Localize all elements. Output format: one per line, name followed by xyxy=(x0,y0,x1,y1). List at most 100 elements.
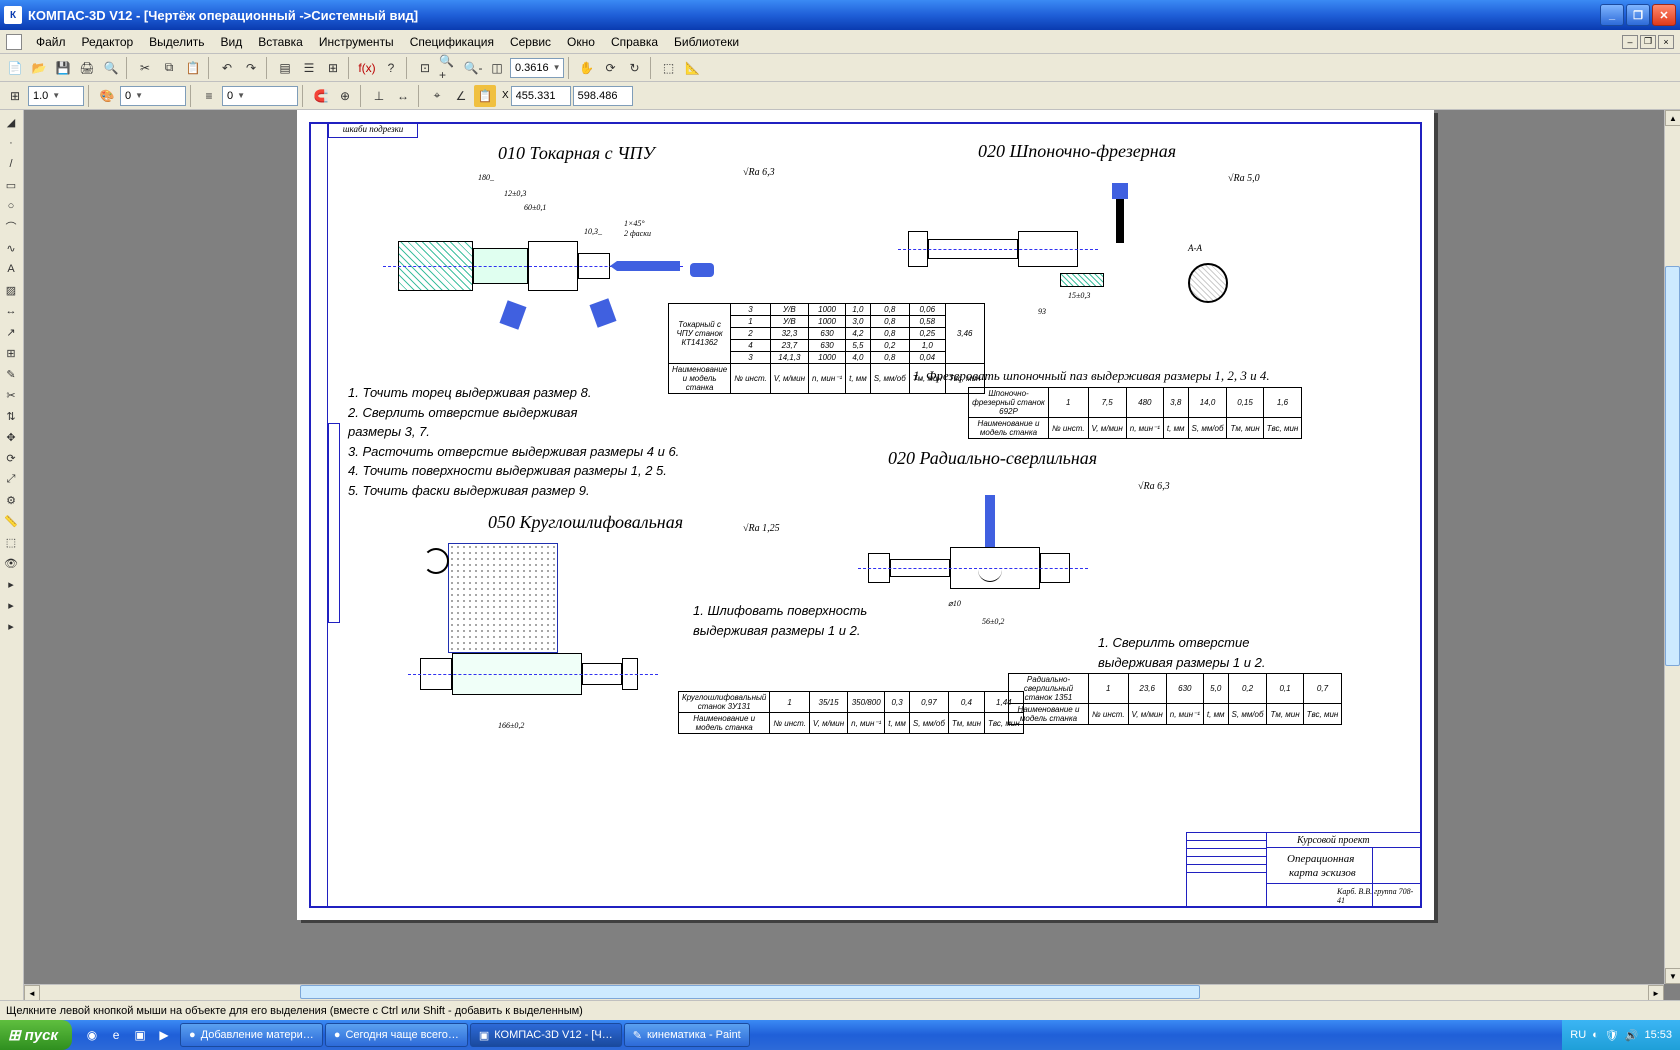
y-input[interactable] xyxy=(573,86,633,106)
tray-icon-1[interactable]: ◐ xyxy=(1592,1029,1599,1041)
zoom-fit-icon[interactable]: ⊡ xyxy=(414,57,436,79)
menu-file[interactable]: Файл xyxy=(28,33,74,51)
dim-icon[interactable]: ↔ xyxy=(392,85,414,107)
save-icon[interactable]: 💾 xyxy=(52,57,74,79)
close-button[interactable]: ✕ xyxy=(1652,4,1676,26)
circle-icon[interactable]: ○ xyxy=(0,196,22,216)
zoom-in-icon[interactable]: 🔍+ xyxy=(438,57,460,79)
ql-desktop-icon[interactable]: ▣ xyxy=(130,1025,150,1045)
pan-icon[interactable]: ✋ xyxy=(576,57,598,79)
task-1[interactable]: ●Добавление матери… xyxy=(180,1023,323,1047)
text-icon[interactable]: A xyxy=(0,259,22,279)
point-icon[interactable]: · xyxy=(0,133,22,153)
rotate-icon[interactable]: ⟳ xyxy=(600,57,622,79)
lang-indicator[interactable]: RU xyxy=(1570,1029,1586,1041)
task-3[interactable]: ▣КОМПАС-3D V12 - [Ч… xyxy=(470,1023,622,1047)
print-icon[interactable]: 🖨 xyxy=(76,57,98,79)
angle-icon[interactable]: ∠ xyxy=(450,85,472,107)
copy-icon[interactable]: ⧉ xyxy=(158,57,180,79)
meas-icon[interactable]: 📏 xyxy=(0,511,22,531)
zoom-window-icon[interactable]: ◫ xyxy=(486,57,508,79)
spline-icon[interactable]: ∿ xyxy=(0,238,22,258)
hatch-icon[interactable]: ▨ xyxy=(0,280,22,300)
refresh-icon[interactable]: ↻ xyxy=(624,57,646,79)
fx-icon[interactable]: f(x) xyxy=(356,57,378,79)
geom-icon[interactable]: ◢ xyxy=(0,112,22,132)
menu-spec[interactable]: Спецификация xyxy=(402,33,502,51)
minimize-button[interactable]: _ xyxy=(1600,4,1624,26)
measure-icon[interactable]: 📐 xyxy=(682,57,704,79)
style-icon[interactable]: ≡ xyxy=(198,85,220,107)
tray-icon-3[interactable]: 🔊 xyxy=(1625,1029,1639,1042)
tree-icon[interactable]: ⊞ xyxy=(322,57,344,79)
cut-icon[interactable]: ✂ xyxy=(134,57,156,79)
menu-edit[interactable]: Редактор xyxy=(74,33,142,51)
ql-ie-icon[interactable]: e xyxy=(106,1025,126,1045)
doc-restore[interactable]: ❐ xyxy=(1640,35,1656,49)
sel-icon[interactable]: ⬚ xyxy=(0,532,22,552)
x-input[interactable] xyxy=(511,86,571,106)
color-icon[interactable]: 🎨 xyxy=(96,85,118,107)
zoom-out-icon[interactable]: 🔍- xyxy=(462,57,484,79)
dim-side-icon[interactable]: ↔ xyxy=(0,301,22,321)
linestyle-combo[interactable]: 0▼ xyxy=(222,86,298,106)
start-button[interactable]: ⊞пуск xyxy=(0,1020,72,1050)
rotate2-icon[interactable]: ⟳ xyxy=(0,448,22,468)
scale-icon[interactable]: ⤢ xyxy=(0,469,22,489)
ql-chrome-icon[interactable]: ◉ xyxy=(82,1025,102,1045)
param-icon[interactable]: ⚙ xyxy=(0,490,22,510)
snap-grid-icon[interactable]: ⊞ xyxy=(4,85,26,107)
vertical-scrollbar[interactable]: ▲ ▼ xyxy=(1664,110,1680,984)
leader-icon[interactable]: ↗ xyxy=(0,322,22,342)
magnet-icon[interactable]: 🧲 xyxy=(310,85,332,107)
edit1-icon[interactable]: ✎ xyxy=(0,364,22,384)
menu-select[interactable]: Выделить xyxy=(141,33,212,51)
menu-service[interactable]: Сервис xyxy=(502,33,559,51)
ql-media-icon[interactable]: ▶ xyxy=(154,1025,174,1045)
table-icon[interactable]: ⊞ xyxy=(0,343,22,363)
more1-icon[interactable]: ▸ xyxy=(0,574,22,594)
menu-help[interactable]: Справка xyxy=(603,33,666,51)
horizontal-scrollbar[interactable]: ◄ ► xyxy=(24,984,1664,1000)
menu-libs[interactable]: Библиотеки xyxy=(666,33,747,51)
more2-icon[interactable]: ▸ xyxy=(0,595,22,615)
line-icon[interactable]: / xyxy=(0,154,22,174)
system-tray[interactable]: RU ◐ 🛡 🔊 15:53 xyxy=(1562,1020,1680,1050)
menu-insert[interactable]: Вставка xyxy=(250,33,311,51)
mirror-icon[interactable]: ⇅ xyxy=(0,406,22,426)
tray-icon-2[interactable]: 🛡 xyxy=(1605,1029,1619,1042)
layer-combo[interactable]: 0▼ xyxy=(120,86,186,106)
props-icon[interactable]: ▤ xyxy=(274,57,296,79)
snap-icon[interactable]: ⊕ xyxy=(334,85,356,107)
move-icon[interactable]: ✥ xyxy=(0,427,22,447)
ortho-icon[interactable]: ⊥ xyxy=(368,85,390,107)
preview-icon[interactable]: 🔍 xyxy=(100,57,122,79)
rect-icon[interactable]: ▭ xyxy=(0,175,22,195)
maximize-button[interactable]: ❐ xyxy=(1626,4,1650,26)
layers-icon[interactable]: ☰ xyxy=(298,57,320,79)
paste2-icon[interactable]: 📋 xyxy=(474,85,496,107)
task-4[interactable]: ✎кинематика - Paint xyxy=(624,1023,750,1047)
redo-icon[interactable]: ↷ xyxy=(240,57,262,79)
task-2[interactable]: ●Сегодня чаще всего… xyxy=(325,1023,468,1047)
paste-icon[interactable]: 📋 xyxy=(182,57,204,79)
undo-icon[interactable]: ↶ xyxy=(216,57,238,79)
trim-icon[interactable]: ✂ xyxy=(0,385,22,405)
drawing-canvas[interactable]: шкаби подрезки 010 Токарная с ЧПУ √Ra 6,… xyxy=(24,110,1680,1000)
doc-minimize[interactable]: – xyxy=(1622,35,1638,49)
menu-tools[interactable]: Инструменты xyxy=(311,33,402,51)
menu-window[interactable]: Окно xyxy=(559,33,603,51)
linewidth-combo[interactable]: 1.0▼ xyxy=(28,86,84,106)
menu-view[interactable]: Вид xyxy=(213,33,251,51)
xyz-icon[interactable]: ⬚ xyxy=(658,57,680,79)
coord-icon[interactable]: ⌖ xyxy=(426,85,448,107)
arc-icon[interactable]: ⌒ xyxy=(0,217,22,237)
clock[interactable]: 15:53 xyxy=(1644,1029,1672,1041)
zoom-combo[interactable]: 0.3616▼ xyxy=(510,58,564,78)
more3-icon[interactable]: ▸ xyxy=(0,616,22,636)
view-icon[interactable]: 👁 xyxy=(0,553,22,573)
help-icon[interactable]: ? xyxy=(380,57,402,79)
new-icon[interactable]: 📄 xyxy=(4,57,26,79)
doc-close[interactable]: × xyxy=(1658,35,1674,49)
open-icon[interactable]: 📂 xyxy=(28,57,50,79)
